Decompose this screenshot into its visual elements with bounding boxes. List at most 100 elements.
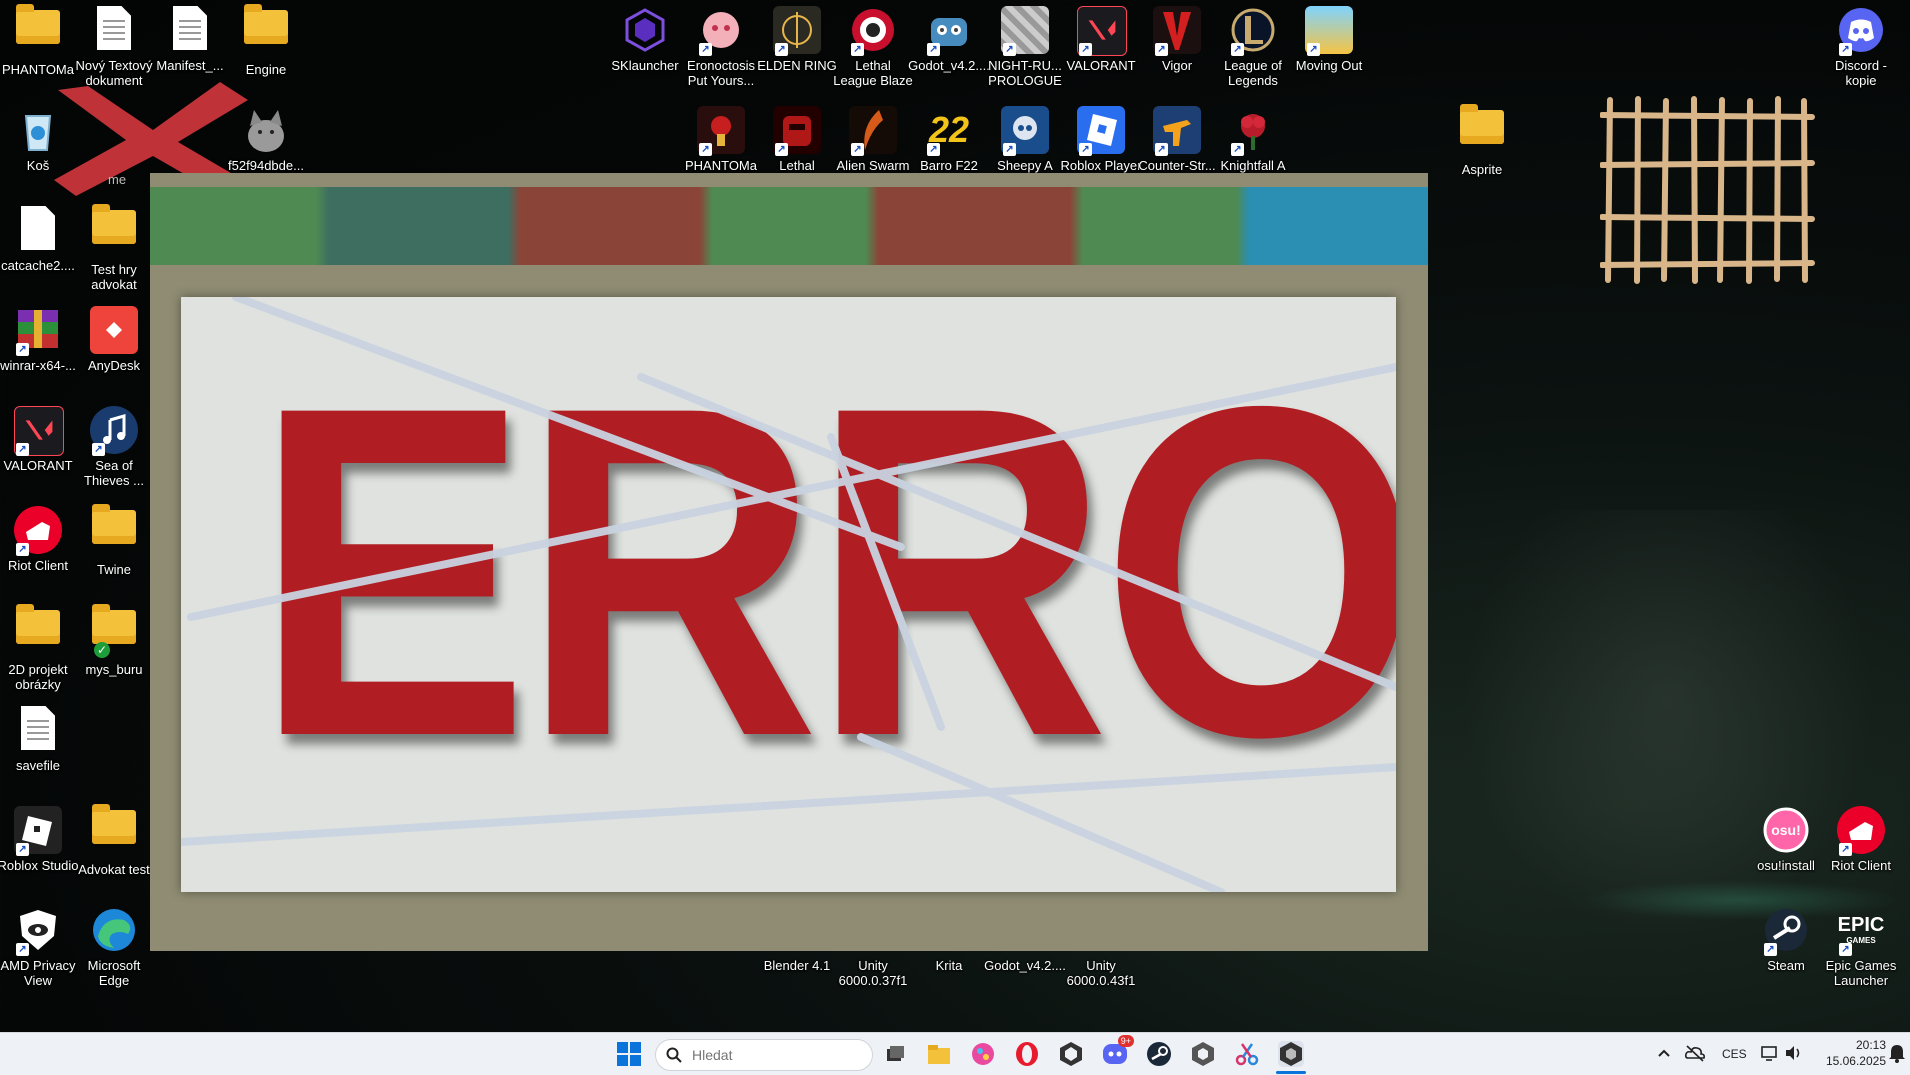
desktop-icon-label: League of Legends — [1224, 58, 1282, 88]
desktop-icon-moving-out[interactable]: ↗ Moving Out — [1288, 2, 1370, 98]
file-explorer-icon[interactable] — [926, 1041, 952, 1067]
wooden-grid-image — [1600, 96, 1815, 284]
snipping-tool-icon[interactable] — [1234, 1041, 1260, 1067]
desktop-icon-godot-top[interactable]: ↗ Godot_v4.2.... — [908, 2, 990, 98]
taskbar-search-box[interactable] — [655, 1039, 873, 1071]
folder-synced-icon: ✓ — [90, 604, 138, 658]
notification-bell-icon[interactable] — [1888, 1043, 1906, 1063]
valorant-icon: ↗ — [1077, 6, 1127, 56]
desktop-icon-label: Moving Out — [1295, 58, 1363, 73]
overlay-label: me — [108, 172, 127, 187]
desktop-icon-label: Riot Client — [1831, 858, 1891, 873]
desktop-icon-label: Asprite — [1461, 162, 1503, 177]
desktop-icon-osu-install[interactable]: osu! osu!install — [1745, 802, 1827, 898]
desktop-icon-twine[interactable]: Twine — [73, 502, 155, 598]
desktop-icon-label: catcache2.... — [1, 258, 75, 273]
discord-icon[interactable]: 9+ — [1102, 1035, 1134, 1067]
desktop-icon-label: Alien Swarm — [836, 158, 910, 173]
desktop-icon-amd-privacy[interactable]: ↗ AMD Privacy View — [0, 902, 79, 998]
text-document-icon — [90, 6, 138, 54]
desktop-icon-label: Barro F22 — [920, 158, 978, 173]
desktop-icon-vigor[interactable]: ↗ Vigor — [1136, 2, 1218, 98]
desktop-icon-valorant-top[interactable]: ↗ VALORANT — [1060, 2, 1142, 98]
search-input[interactable] — [690, 1046, 864, 1064]
desktop-icon-label: Unity 6000.0.37f1 — [838, 958, 908, 988]
desktop-icon-steam[interactable]: ↗ Steam — [1745, 902, 1827, 998]
epic-games-icon: EPIC GAMES ↗ — [1837, 914, 1885, 956]
desktop-icon-label: savefile — [15, 758, 61, 773]
desktop-icon-savefile[interactable]: savefile — [0, 702, 79, 798]
chevron-up-icon[interactable] — [1654, 1043, 1674, 1063]
desktop-icon-valorant-left[interactable]: ↗ VALORANT — [0, 402, 79, 498]
knightfall-icon: ↗ — [1229, 106, 1277, 156]
desktop-icon-asprite[interactable]: Asprite — [1441, 102, 1523, 198]
desktop-icon-riot-client-left[interactable]: ↗ Riot Client — [0, 502, 79, 598]
barro-icon: 22 ↗ — [927, 109, 970, 156]
clock-date[interactable]: 15.06.2025 — [1818, 1054, 1886, 1068]
desktop-icon-label: Riot Client — [8, 558, 68, 573]
error-image-window[interactable]: ERROR — [150, 173, 1428, 951]
edge-icon — [90, 906, 138, 954]
night-runners-icon: ↗ — [1001, 6, 1049, 56]
paint-icon[interactable] — [970, 1041, 996, 1067]
volume-icon[interactable] — [1784, 1043, 1804, 1063]
desktop-icon-label: Manifest_... — [156, 58, 224, 73]
desktop-icon-advokat-test[interactable]: Advokat test — [73, 802, 155, 898]
folder-icon — [14, 4, 62, 58]
desktop-icon-2d-projekt[interactable]: 2D projekt obrázky — [0, 602, 79, 698]
eronoctosis-icon: ↗ — [697, 6, 745, 56]
unity-active-icon[interactable] — [1278, 1041, 1304, 1067]
discord-badge: 9+ — [1117, 1035, 1134, 1047]
desktop-icon-elden-ring[interactable]: ↗ ELDEN RING — [756, 2, 838, 98]
desktop-icon-label: Godot_v4.2.... — [984, 958, 1066, 973]
godot-icon: ↗ — [925, 6, 973, 56]
desktop-icon-label: Sea of Thieves ... — [84, 458, 144, 488]
onedrive-offline-icon[interactable] — [1684, 1043, 1706, 1063]
desktop-icon-riot-client-right[interactable]: ↗ Riot Client — [1820, 802, 1902, 898]
moving-out-icon: ↗ — [1305, 6, 1353, 56]
desktop-icon-eronoctosis[interactable]: ↗ Eronoctosis Put Yours... — [680, 2, 762, 98]
desktop-icon-label: Blender 4.1 — [763, 958, 831, 973]
desktop-icon-catcache[interactable]: catcache2.... — [0, 202, 79, 298]
string-lines — [181, 297, 1396, 892]
unity-icon[interactable] — [1190, 1041, 1216, 1067]
task-view-icon[interactable] — [882, 1041, 908, 1067]
start-icon[interactable] — [616, 1041, 642, 1067]
desktop-icon-label: Steam — [1767, 958, 1805, 973]
desktop-icon-roblox-studio[interactable]: ↗ Roblox Studio — [0, 802, 79, 898]
desktop-icon-anydesk[interactable]: AnyDesk — [73, 302, 155, 398]
opera-icon[interactable] — [1014, 1041, 1040, 1067]
steam-icon[interactable] — [1146, 1041, 1172, 1067]
desktop-icon-label: PHANTOMa — [685, 158, 757, 173]
text-document-icon — [166, 6, 214, 54]
desktop-icon-mys-buru[interactable]: ✓ mys_buru — [73, 602, 155, 698]
desktop-icon-label: Twine — [97, 562, 131, 577]
desktop-icon-label: SKlauncher — [611, 58, 679, 73]
desktop-icon-test-hry-advokat[interactable]: Test hry advokat — [73, 202, 155, 298]
desktop-icon-lethal-league[interactable]: ↗ Lethal League Blaze — [832, 2, 914, 98]
winrar-icon: ↗ — [14, 306, 62, 356]
desktop-icon-epic-games[interactable]: EPIC GAMES ↗ Epic Games Launcher — [1820, 902, 1902, 998]
desktop-icon-label: Roblox Player — [1060, 158, 1142, 173]
sklauncher-icon — [621, 6, 669, 54]
desktop-icon-label: mys_buru — [85, 662, 143, 677]
desktop-icon-winrar[interactable]: ↗ winrar-x64-... — [0, 302, 79, 398]
desktop-icon-sklauncher[interactable]: SKlauncher — [604, 2, 686, 98]
folder-icon — [14, 604, 62, 658]
desktop-icon-league[interactable]: ↗ League of Legends — [1212, 2, 1294, 98]
desktop-icon-sea-of-thieves[interactable]: ↗ Sea of Thieves ... — [73, 402, 155, 498]
desktop-icon-label: Engine — [245, 62, 287, 77]
desktop-icon-label: Lethal League Blaze — [833, 58, 913, 88]
desktop-icon-discord-kopie[interactable]: ↗ Discord - kopie — [1820, 2, 1902, 98]
clock-time[interactable]: 20:13 — [1830, 1038, 1886, 1052]
desktop-icon-label: NIGHT-RU... PROLOGUE — [988, 58, 1062, 88]
steam-icon: ↗ — [1762, 906, 1810, 956]
unity-hub-icon[interactable] — [1058, 1041, 1084, 1067]
desktop-icon-label: AnyDesk — [87, 358, 141, 373]
language-indicator[interactable]: CES — [1722, 1047, 1747, 1061]
desktop-icon-night-runners[interactable]: ↗ NIGHT-RU... PROLOGUE — [984, 2, 1066, 98]
network-icon[interactable] — [1760, 1043, 1780, 1063]
file-icon — [14, 206, 62, 254]
desktop-icon-label: Test hry advokat — [91, 262, 137, 292]
desktop-icon-edge[interactable]: Microsoft Edge — [73, 902, 155, 998]
